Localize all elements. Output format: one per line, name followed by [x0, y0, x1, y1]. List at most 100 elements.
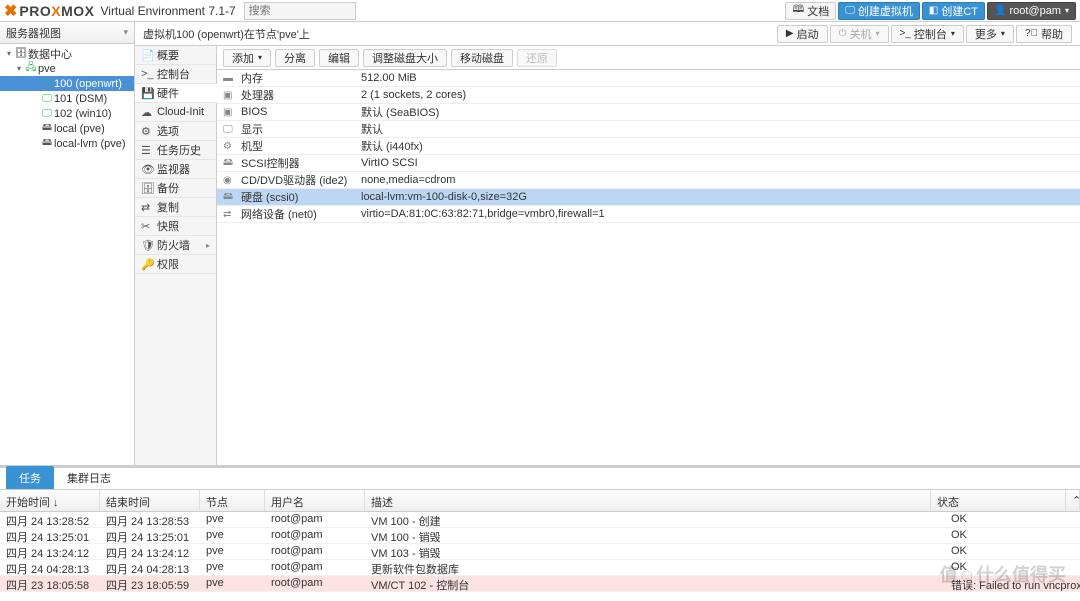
side-tab[interactable]: ⚙选项 — [135, 122, 216, 141]
tab-icon: 💾 — [141, 87, 157, 100]
tab-label: 快照 — [157, 218, 179, 234]
side-tab[interactable]: 🔑权限 — [135, 255, 216, 274]
tab-cluster-log[interactable]: 集群日志 — [54, 466, 124, 489]
hw-key: SCSI控制器 — [241, 155, 300, 171]
tab-icon: ☰ — [141, 144, 157, 157]
side-tab[interactable]: >_控制台 — [135, 65, 216, 84]
col-node[interactable]: 节点 — [200, 490, 265, 511]
hw-value: local-lvm:vm-100-disk-0,size=32G — [353, 191, 1080, 203]
tree-item[interactable]: 🖵101 (DSM) — [0, 91, 134, 106]
tree-item[interactable]: 🖴local (pve) — [0, 121, 134, 136]
hardware-row[interactable]: ▣BIOS默认 (SeaBIOS) — [217, 104, 1080, 121]
tree-item-label: local-lvm (pve) — [54, 138, 126, 150]
tree-item-label: local (pve) — [54, 123, 105, 135]
tree-item[interactable]: 🖵100 (openwrt) — [0, 76, 134, 91]
hw-value: 默认 — [353, 121, 1080, 137]
logo-icon: ✖ — [4, 1, 17, 21]
side-tab[interactable]: ☰任务历史 — [135, 141, 216, 160]
tab-label: 权限 — [157, 256, 179, 272]
hardware-row[interactable]: 🖴硬盘 (scsi0)local-lvm:vm-100-disk-0,size=… — [217, 189, 1080, 206]
hardware-row[interactable]: ▣处理器2 (1 sockets, 2 cores) — [217, 87, 1080, 104]
tree-view-selector[interactable]: 服务器视图▾ — [0, 22, 134, 44]
tab-label: 控制台 — [157, 66, 190, 82]
hardware-toolbar: 添加▾ 分离 编辑 调整磁盘大小 移动磁盘 还原 — [217, 46, 1080, 70]
hardware-row[interactable]: ⚙机型默认 (i440fx) — [217, 138, 1080, 155]
hw-icon: 🖴 — [223, 155, 241, 172]
tab-label: 任务历史 — [157, 142, 201, 158]
col-status[interactable]: 状态 — [931, 490, 1066, 511]
hw-key: 显示 — [241, 121, 263, 137]
hw-icon: 🖵 — [223, 124, 241, 135]
server-tree-panel: 服务器视图▾ ▾🗄数据中心▾🖧pve🖵100 (openwrt)🖵101 (DS… — [0, 22, 135, 465]
hw-key: 机型 — [241, 138, 263, 154]
search-input[interactable] — [244, 2, 356, 20]
create-vm-button[interactable]: 🖵创建虚拟机 — [838, 2, 920, 20]
side-tab[interactable]: 🗄备份 — [135, 179, 216, 198]
col-end-time[interactable]: 结束时间 — [100, 490, 200, 511]
tab-label: 备份 — [157, 180, 179, 196]
tab-icon: 🛡 — [141, 239, 157, 252]
tab-icon: ⇄ — [141, 201, 157, 214]
tab-label: Cloud-Init — [157, 106, 204, 118]
docs-button[interactable]: 🕮文档 — [785, 2, 836, 20]
side-tab[interactable]: 👁监视器 — [135, 160, 216, 179]
resize-disk-button[interactable]: 调整磁盘大小 — [363, 49, 447, 67]
side-tabs: 📄概要>_控制台💾硬件☁Cloud-Init⚙选项☰任务历史👁监视器🗄备份⇄复制… — [135, 46, 217, 465]
tab-tasks[interactable]: 任务 — [6, 466, 54, 489]
collapse-icon[interactable]: ⌃ — [1066, 490, 1080, 511]
hw-key: 内存 — [241, 70, 263, 86]
task-row[interactable]: 四月 23 18:05:58四月 23 18:05:59pveroot@pamV… — [0, 576, 1080, 592]
console-button[interactable]: >_控制台▾ — [891, 25, 964, 43]
help-button[interactable]: ?⃝帮助 — [1016, 25, 1072, 43]
tree-item[interactable]: ▾🗄数据中心 — [0, 46, 134, 61]
create-ct-button[interactable]: ◧创建CT — [922, 2, 985, 20]
side-tab[interactable]: 🛡防火墙▸ — [135, 236, 216, 255]
hardware-row[interactable]: ⇄网络设备 (net0)virtio=DA:81:0C:63:82:71,bri… — [217, 206, 1080, 223]
tree-item[interactable]: 🖴local-lvm (pve) — [0, 136, 134, 151]
move-disk-button[interactable]: 移动磁盘 — [451, 49, 513, 67]
user-menu-button[interactable]: 👤root@pam▾ — [987, 2, 1076, 20]
tab-icon: >_ — [141, 68, 157, 80]
tree-item[interactable]: ▾🖧pve — [0, 61, 134, 76]
side-tab[interactable]: ✂快照 — [135, 217, 216, 236]
tab-icon: 👁 — [141, 163, 157, 176]
task-row[interactable]: 四月 24 04:28:13四月 24 04:28:13pveroot@pam更… — [0, 560, 1080, 576]
hardware-row[interactable]: ▬内存512.00 MiB — [217, 70, 1080, 87]
revert-button[interactable]: 还原 — [517, 49, 557, 67]
hardware-row[interactable]: ◉CD/DVD驱动器 (ide2)none,media=cdrom — [217, 172, 1080, 189]
top-header: ✖ PROXMOX Virtual Environment 7.1-7 🕮文档 … — [0, 0, 1080, 22]
task-row[interactable]: 四月 24 13:25:01四月 24 13:25:01pveroot@pamV… — [0, 528, 1080, 544]
tab-label: 选项 — [157, 123, 179, 139]
side-tab[interactable]: ⇄复制 — [135, 198, 216, 217]
shutdown-button[interactable]: ⏻关机▾ — [830, 25, 889, 43]
hw-icon: ◉ — [223, 175, 241, 186]
hw-key: 硬盘 (scsi0) — [241, 189, 298, 205]
start-button[interactable]: ▶启动 — [777, 25, 828, 43]
book-icon: 🕮 — [792, 2, 804, 19]
edit-button[interactable]: 编辑 — [319, 49, 359, 67]
tree-item[interactable]: 🖵102 (win10) — [0, 106, 134, 121]
task-row[interactable]: 四月 24 13:28:52四月 24 13:28:53pveroot@pamV… — [0, 512, 1080, 528]
hw-key: CD/DVD驱动器 (ide2) — [241, 172, 347, 188]
hardware-row[interactable]: 🖵显示 默认 — [217, 121, 1080, 138]
tab-label: 监视器 — [157, 161, 190, 177]
add-button[interactable]: 添加▾ — [223, 49, 271, 67]
vm-icon: 🖵 — [40, 93, 54, 104]
detach-button[interactable]: 分离 — [275, 49, 315, 67]
col-desc[interactable]: 描述 — [365, 490, 931, 511]
col-start-time[interactable]: 开始时间 ↓ — [0, 490, 100, 511]
vm-icon: 🖵 — [40, 108, 54, 119]
side-tab[interactable]: ☁Cloud-Init — [135, 103, 216, 122]
col-user[interactable]: 用户名 — [265, 490, 365, 511]
content-header: 虚拟机100 (openwrt)在节点'pve'上 ▶启动 ⏻关机▾ >_控制台… — [135, 22, 1080, 46]
hw-value: VirtIO SCSI — [353, 157, 1080, 169]
hardware-row[interactable]: 🖴SCSI控制器 VirtIO SCSI — [217, 155, 1080, 172]
side-tab[interactable]: 💾硬件 — [135, 84, 217, 103]
hw-icon: ▣ — [223, 90, 241, 101]
tab-label: 硬件 — [157, 85, 179, 101]
more-button[interactable]: 更多▾ — [966, 25, 1014, 43]
side-tab[interactable]: 📄概要 — [135, 46, 216, 65]
task-row[interactable]: 四月 24 13:24:12四月 24 13:24:12pveroot@pamV… — [0, 544, 1080, 560]
hw-key: BIOS — [241, 106, 267, 118]
hw-icon: ⚙ — [223, 141, 241, 152]
